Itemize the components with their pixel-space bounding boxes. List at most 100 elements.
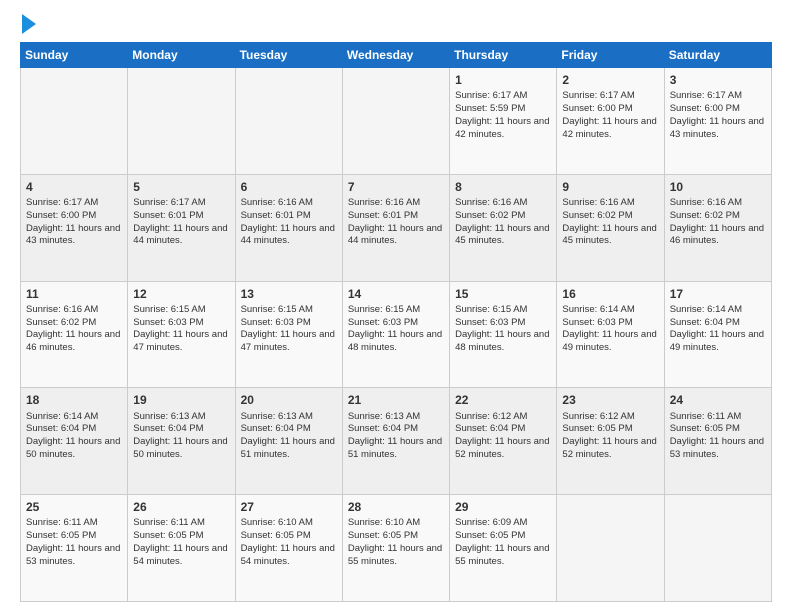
daylight-text: Daylight: 11 hours and 49 minutes.: [670, 329, 766, 355]
day-number: 25: [26, 499, 122, 515]
day-number: 14: [348, 286, 444, 302]
sunrise-text: Sunrise: 6:13 AM: [348, 411, 444, 424]
daylight-text: Daylight: 11 hours and 49 minutes.: [562, 329, 658, 355]
calendar-cell: [664, 495, 771, 602]
calendar-cell: 7Sunrise: 6:16 AMSunset: 6:01 PMDaylight…: [342, 174, 449, 281]
daylight-text: Daylight: 11 hours and 53 minutes.: [670, 436, 766, 462]
day-number: 13: [241, 286, 337, 302]
calendar-cell: 12Sunrise: 6:15 AMSunset: 6:03 PMDayligh…: [128, 281, 235, 388]
daylight-text: Daylight: 11 hours and 44 minutes.: [133, 223, 229, 249]
calendar-day-header: Monday: [128, 43, 235, 68]
day-number: 29: [455, 499, 551, 515]
sunset-text: Sunset: 6:00 PM: [670, 103, 766, 116]
sunrise-text: Sunrise: 6:14 AM: [26, 411, 122, 424]
calendar-cell: 22Sunrise: 6:12 AMSunset: 6:04 PMDayligh…: [450, 388, 557, 495]
day-number: 21: [348, 392, 444, 408]
calendar-cell: 25Sunrise: 6:11 AMSunset: 6:05 PMDayligh…: [21, 495, 128, 602]
calendar-cell: 20Sunrise: 6:13 AMSunset: 6:04 PMDayligh…: [235, 388, 342, 495]
calendar-day-header: Thursday: [450, 43, 557, 68]
sunset-text: Sunset: 6:04 PM: [241, 423, 337, 436]
daylight-text: Daylight: 11 hours and 45 minutes.: [455, 223, 551, 249]
calendar-cell: 19Sunrise: 6:13 AMSunset: 6:04 PMDayligh…: [128, 388, 235, 495]
calendar-cell: [235, 68, 342, 175]
sunset-text: Sunset: 6:02 PM: [455, 210, 551, 223]
daylight-text: Daylight: 11 hours and 48 minutes.: [348, 329, 444, 355]
calendar-cell: 24 Sunrise: 6:11 AMSunset: 6:05 PMDayligh…: [664, 388, 771, 495]
calendar-cell: [21, 68, 128, 175]
daylight-text: Daylight: 11 hours and 46 minutes.: [670, 223, 766, 249]
day-number: 22: [455, 392, 551, 408]
calendar-day-header: Wednesday: [342, 43, 449, 68]
sunset-text: Sunset: 6:04 PM: [670, 317, 766, 330]
sunrise-text: Sunrise: 6:17 AM: [26, 197, 122, 210]
sunset-text: Sunset: 6:02 PM: [670, 210, 766, 223]
calendar-cell: 5Sunrise: 6:17 AMSunset: 6:01 PMDaylight…: [128, 174, 235, 281]
calendar-cell: 23Sunrise: 6:12 AMSunset: 6:05 PMDayligh…: [557, 388, 664, 495]
sunset-text: Sunset: 6:01 PM: [241, 210, 337, 223]
sunrise-text: Sunrise: 6:11 AM: [133, 517, 229, 530]
calendar-header-row: SundayMondayTuesdayWednesdayThursdayFrid…: [21, 43, 772, 68]
daylight-text: Daylight: 11 hours and 51 minutes.: [241, 436, 337, 462]
day-number: 23: [562, 392, 658, 408]
sunset-text: Sunset: 6:04 PM: [348, 423, 444, 436]
calendar-cell: 28Sunrise: 6:10 AMSunset: 6:05 PMDayligh…: [342, 495, 449, 602]
calendar-table: SundayMondayTuesdayWednesdayThursdayFrid…: [20, 42, 772, 602]
daylight-text: Daylight: 11 hours and 55 minutes.: [455, 543, 551, 569]
sunset-text: Sunset: 5:59 PM: [455, 103, 551, 116]
sunrise-text: Sunrise: 6:12 AM: [562, 411, 658, 424]
daylight-text: Daylight: 11 hours and 53 minutes.: [26, 543, 122, 569]
calendar-cell: [342, 68, 449, 175]
calendar-cell: 26Sunrise: 6:11 AMSunset: 6:05 PMDayligh…: [128, 495, 235, 602]
day-number: 3: [670, 72, 766, 88]
calendar-week-row: 11Sunrise: 6:16 AMSunset: 6:02 PMDayligh…: [21, 281, 772, 388]
daylight-text: Daylight: 11 hours and 50 minutes.: [133, 436, 229, 462]
daylight-text: Daylight: 11 hours and 54 minutes.: [133, 543, 229, 569]
day-number: 15: [455, 286, 551, 302]
sunrise-text: Sunrise: 6:16 AM: [562, 197, 658, 210]
sunrise-text: Sunrise: 6:15 AM: [241, 304, 337, 317]
daylight-text: Daylight: 11 hours and 43 minutes.: [26, 223, 122, 249]
calendar-cell: 21 Sunrise: 6:13 AMSunset: 6:04 PMDayligh…: [342, 388, 449, 495]
sunrise-text: Sunrise: 6:17 AM: [670, 90, 766, 103]
calendar-cell: 9Sunrise: 6:16 AMSunset: 6:02 PMDaylight…: [557, 174, 664, 281]
sunset-text: Sunset: 6:05 PM: [455, 530, 551, 543]
day-number: 24: [670, 392, 766, 408]
day-number: 20: [241, 392, 337, 408]
sunrise-text: Sunrise: 6:16 AM: [455, 197, 551, 210]
sunrise-text: Sunrise: 6:14 AM: [670, 304, 766, 317]
sunrise-text: Sunrise: 6:11 AM: [670, 411, 766, 424]
sunset-text: Sunset: 6:03 PM: [348, 317, 444, 330]
daylight-text: Daylight: 11 hours and 44 minutes.: [348, 223, 444, 249]
daylight-text: Daylight: 11 hours and 51 minutes.: [348, 436, 444, 462]
day-number: 1: [455, 72, 551, 88]
sunrise-text: Sunrise: 6:16 AM: [26, 304, 122, 317]
calendar-cell: [128, 68, 235, 175]
sunset-text: Sunset: 6:05 PM: [670, 423, 766, 436]
sunset-text: Sunset: 6:05 PM: [241, 530, 337, 543]
calendar-cell: 17Sunrise: 6:14 AMSunset: 6:04 PMDayligh…: [664, 281, 771, 388]
day-number: 7: [348, 179, 444, 195]
day-number: 19: [133, 392, 229, 408]
sunrise-text: Sunrise: 6:16 AM: [670, 197, 766, 210]
sunrise-text: Sunrise: 6:16 AM: [241, 197, 337, 210]
calendar-day-header: Saturday: [664, 43, 771, 68]
day-number: 2: [562, 72, 658, 88]
calendar-day-header: Tuesday: [235, 43, 342, 68]
sunset-text: Sunset: 6:02 PM: [562, 210, 658, 223]
day-number: 11: [26, 286, 122, 302]
calendar-cell: 15Sunrise: 6:15 AMSunset: 6:03 PMDayligh…: [450, 281, 557, 388]
calendar-cell: 4Sunrise: 6:17 AMSunset: 6:00 PMDaylight…: [21, 174, 128, 281]
sunrise-text: Sunrise: 6:09 AM: [455, 517, 551, 530]
calendar-cell: 27Sunrise: 6:10 AMSunset: 6:05 PMDayligh…: [235, 495, 342, 602]
logo: [20, 16, 36, 34]
sunset-text: Sunset: 6:05 PM: [133, 530, 229, 543]
calendar-cell: 11Sunrise: 6:16 AMSunset: 6:02 PMDayligh…: [21, 281, 128, 388]
day-number: 5: [133, 179, 229, 195]
daylight-text: Daylight: 11 hours and 47 minutes.: [241, 329, 337, 355]
calendar-cell: 6Sunrise: 6:16 AMSunset: 6:01 PMDaylight…: [235, 174, 342, 281]
daylight-text: Daylight: 11 hours and 42 minutes.: [455, 116, 551, 142]
sunset-text: Sunset: 6:04 PM: [455, 423, 551, 436]
sunrise-text: Sunrise: 6:15 AM: [133, 304, 229, 317]
sunrise-text: Sunrise: 6:16 AM: [348, 197, 444, 210]
page: SundayMondayTuesdayWednesdayThursdayFrid…: [0, 0, 792, 612]
